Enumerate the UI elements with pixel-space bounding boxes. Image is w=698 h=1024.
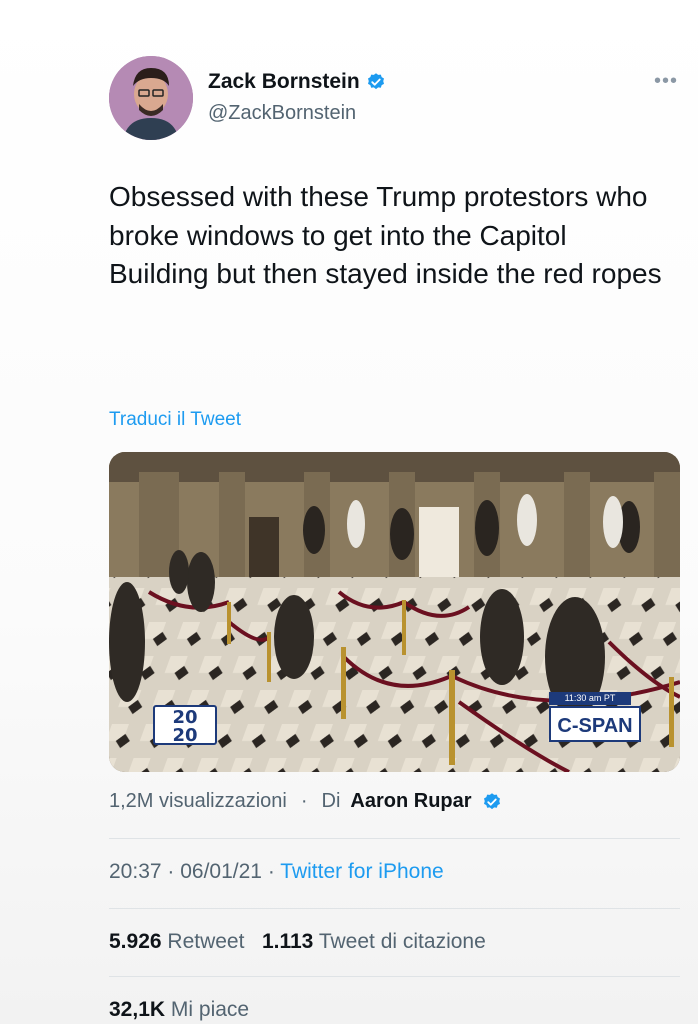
quotes-stat[interactable]: 1.113 Tweet di citazione: [262, 930, 486, 953]
election-2020-logo: 20 20: [153, 705, 217, 745]
quotes-count: 1.113: [261, 930, 314, 953]
verified-badge-icon: [367, 73, 384, 90]
video-meta-row: 1,2M visualizzazioni · Di Aaron Rupar: [109, 790, 502, 813]
tweet-time[interactable]: 20:37: [109, 860, 162, 883]
by-label: Di: [321, 790, 341, 812]
timestamp-tag: 11:30 am PT: [549, 692, 631, 705]
avatar[interactable]: [109, 56, 193, 140]
view-count: 1,2M visualizzazioni: [109, 790, 287, 812]
timestamp-row: 20:37 · 06/01/21 · Twitter for iPhone: [109, 860, 444, 884]
divider: [109, 976, 680, 977]
likes-count: 32,1K: [109, 998, 166, 1021]
divider: [109, 908, 680, 909]
likes-stat[interactable]: 32,1K Mi piace: [109, 998, 249, 1022]
more-horizontal-icon[interactable]: •••: [654, 70, 678, 93]
video-player[interactable]: 20 20 11:30 am PT C-SPAN: [109, 452, 680, 772]
tweet-card: Zack Bornstein @ZackBornstein ••• Obsess…: [0, 0, 698, 1024]
retweets-label: Retweet: [167, 930, 245, 953]
video-author-link[interactable]: Aaron Rupar: [350, 790, 471, 813]
translate-tweet-link[interactable]: Traduci il Tweet: [109, 409, 241, 431]
logo-line-bottom: 20: [172, 725, 198, 746]
author-name[interactable]: Zack Bornstein: [208, 70, 360, 94]
retweets-stat[interactable]: 5.926 Retweet: [109, 930, 244, 953]
author-handle[interactable]: @ZackBornstein: [208, 102, 356, 125]
separator: ·: [300, 790, 308, 812]
separator: ·: [267, 860, 281, 883]
verified-badge-icon: [483, 792, 500, 809]
quotes-label: Tweet di citazione: [318, 930, 486, 953]
likes-label: Mi piace: [170, 998, 250, 1021]
separator: ·: [167, 860, 181, 883]
tweet-source-link[interactable]: Twitter for iPhone: [280, 860, 443, 883]
retweets-count: 5.926: [109, 930, 162, 953]
tweet-text: Obsessed with these Trump protestors who…: [109, 181, 662, 289]
channel-logo: C-SPAN: [549, 706, 641, 742]
divider: [109, 838, 680, 839]
engagement-row: 5.926 Retweet 1.113 Tweet di citazione: [109, 930, 486, 954]
author-row: Zack Bornstein: [208, 70, 386, 94]
tweet-date[interactable]: 06/01/21: [180, 860, 262, 883]
